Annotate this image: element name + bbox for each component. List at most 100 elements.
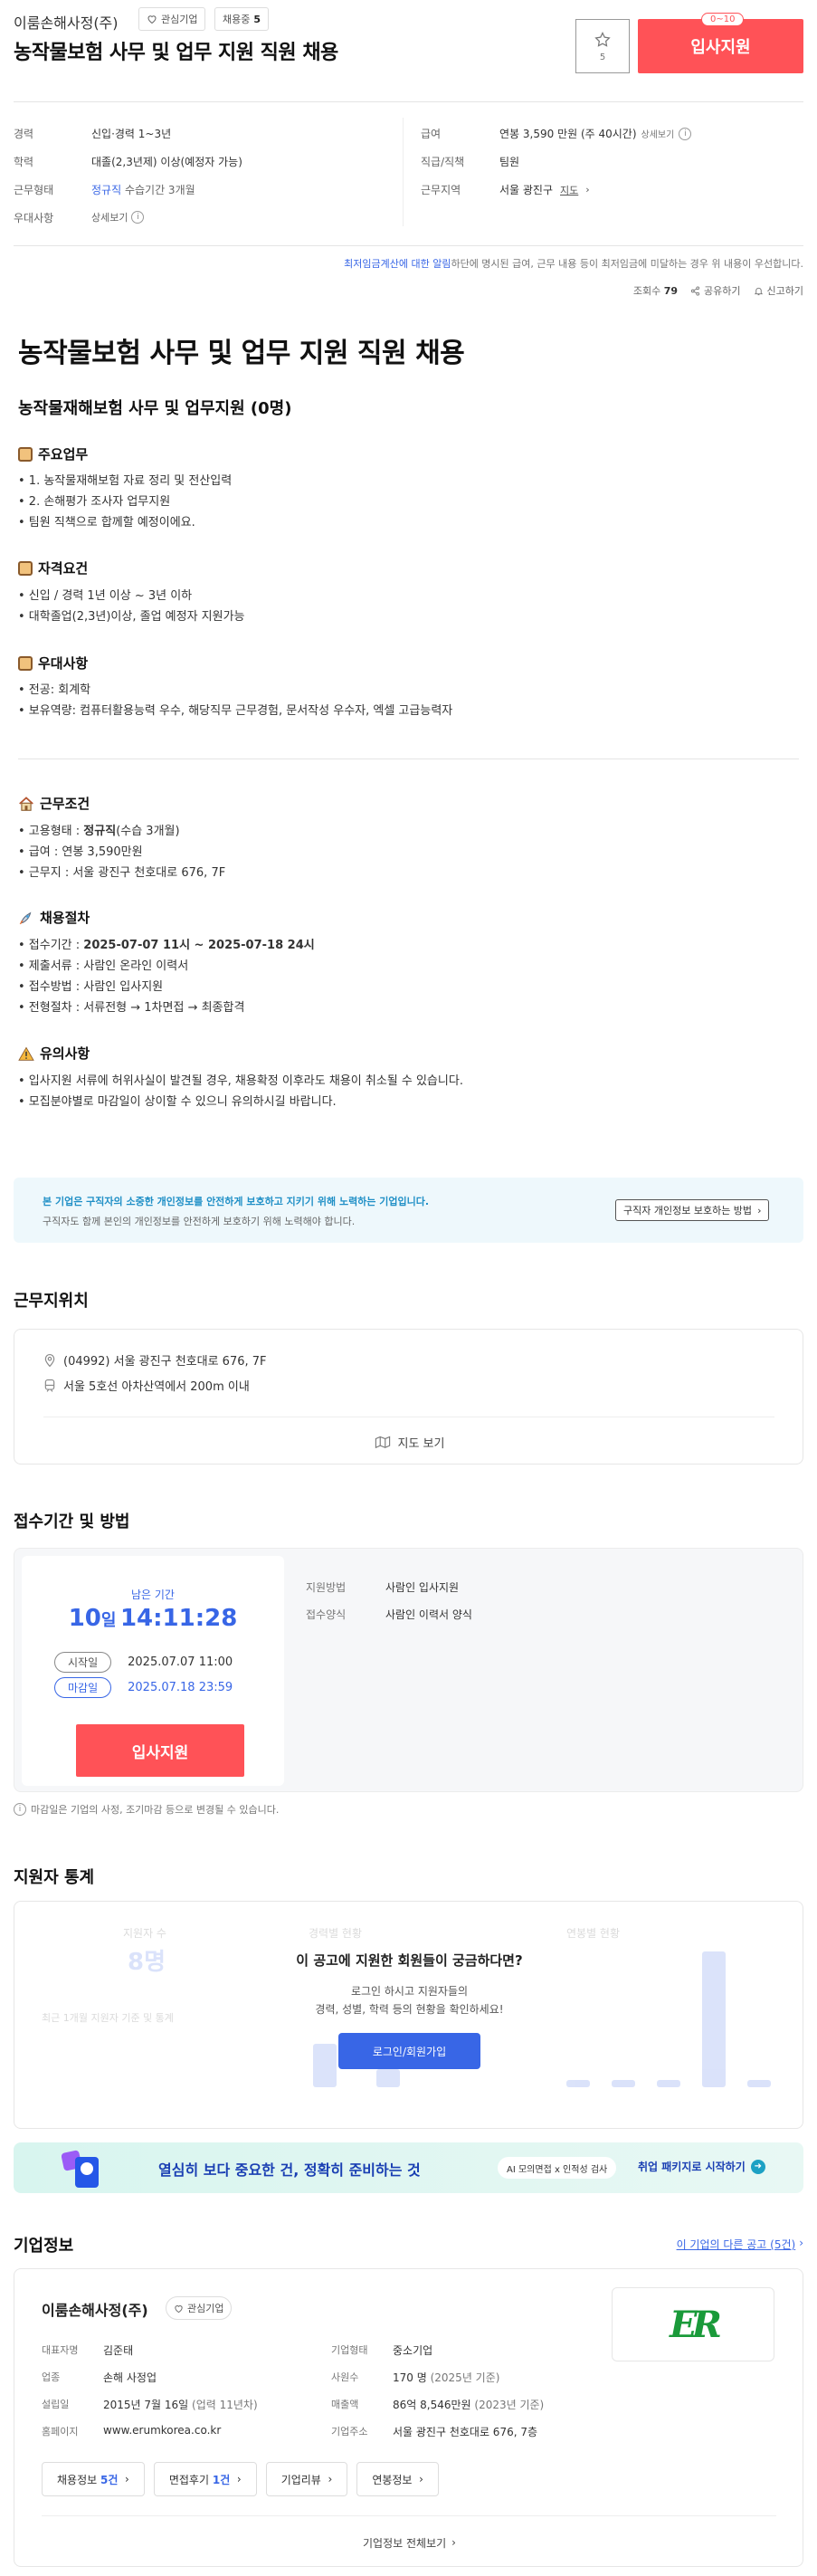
scrap-count: 5 <box>599 52 606 62</box>
summary-type-sub: 수습기간 3개월 <box>124 184 195 196</box>
login-signup-button[interactable]: 로그인/회원가입 <box>338 2033 480 2069</box>
arrow-right-icon: ➜ <box>750 2159 765 2174</box>
scrap-button[interactable]: 5 <box>575 19 630 73</box>
summary-salary: 연봉 3,590 만원 (주 40시간) 상세보기 i <box>499 126 692 141</box>
remain-time: 10일 14:11:28 <box>22 1605 284 1632</box>
footnote-text: 마감일은 기업의 사정, 조기마감 등으로 변경될 수 있습니다. <box>31 1804 280 1816</box>
conditions-list: • 고용형태 : 정규직(수습 3개월) • 급여 : 연봉 3,590만원 •… <box>18 821 225 883</box>
company-type-value: 중소기업 <box>393 2344 433 2357</box>
list-item: • 접수기간 : 2025-07-07 11시 ~ 2025-07-18 24시 <box>18 935 315 956</box>
summary-pref-detail[interactable]: 상세보기 i <box>91 210 145 224</box>
report-button[interactable]: 신고하기 <box>754 283 803 298</box>
detail-subtitle: 농작물재해보험 사무 및 업무지원 (0명) <box>18 399 292 418</box>
list-item: • 접수방법 : 사람인 입사지원 <box>18 980 164 994</box>
chevron-right-icon: › <box>328 2473 333 2485</box>
subway-icon <box>44 1379 55 1392</box>
clipboard-icon <box>18 446 33 462</box>
stats-preview-bar <box>747 2079 771 2087</box>
salary-detail-link[interactable]: 상세보기 <box>641 127 675 140</box>
minimum-wage-notice: 최저임금계산에 대한 알림하단에 명시된 급여, 근무 내용 등이 최저임금에 … <box>344 256 803 271</box>
company-ceo-label: 대표자명 <box>42 2344 79 2356</box>
other-jobs-link[interactable]: 이 기업의 다른 공고 (5건) › <box>677 2237 803 2252</box>
interview-review-label: 면접후기 <box>168 2473 210 2486</box>
company-founded-value: 2015년 7월 16일 (업력 11년차) <box>103 2397 258 2412</box>
interest-button[interactable]: 관심기업 <box>138 7 206 31</box>
revenue-sub: (2023년 기준) <box>474 2399 545 2411</box>
summary-salary-label: 급여 <box>421 128 442 140</box>
company-ceo-value: 김준태 <box>103 2344 134 2357</box>
summary-type-value[interactable]: 정규직 수습기간 3개월 <box>91 182 195 197</box>
rocket-icon <box>19 911 32 924</box>
detail-title: 농작물보험 사무 및 업무 지원 직원 채용 <box>18 338 465 369</box>
remain-label: 남은 기간 <box>131 1589 175 1601</box>
banner-headline: 열심히 보다 중요한 건, 정확히 준비하는 것 <box>158 2158 421 2180</box>
stats-preview-bar <box>566 2079 590 2087</box>
start-label: 시작일 <box>54 1652 112 1673</box>
interview-review-button[interactable]: 면접후기 1건 › <box>153 2462 257 2496</box>
proc-period-bold: 2025-07-07 11시 ~ 2025-07-18 24시 <box>83 939 315 952</box>
company-interest-button[interactable]: 관심기업 <box>166 2296 233 2320</box>
notes-heading: 유의사항 <box>18 1044 90 1063</box>
founded-date: 2015년 7월 16일 <box>103 2399 189 2411</box>
banner-text-a: 열심히 보다 중요한 건, <box>158 2161 304 2179</box>
preferences-title: 우대사항 <box>38 655 89 672</box>
company-name[interactable]: 이룸손해사정(주) <box>14 11 119 33</box>
hiring-count-chip[interactable]: 채용중 5 <box>214 7 270 31</box>
banner-cta[interactable]: 취업 패키지로 시작하기 ➜ <box>638 2159 765 2174</box>
company-homepage-link[interactable]: www.erumkorea.co.kr <box>103 2424 221 2437</box>
jobs-info-label: 채용정보 <box>57 2473 98 2486</box>
company-employees-label: 사원수 <box>331 2371 359 2383</box>
share-button[interactable]: 공유하기 <box>690 283 741 298</box>
company-revenue-value: 86억 8,546만원 (2023년 기준) <box>393 2397 544 2412</box>
heart-icon <box>147 15 157 24</box>
summary-career-value[interactable]: 신입·경력 1~3년 <box>91 126 171 141</box>
company-homepage-label: 홈페이지 <box>42 2426 79 2438</box>
clipboard-icon <box>18 655 33 671</box>
company-review-button[interactable]: 기업리뷰 › <box>265 2462 348 2496</box>
chevron-right-icon: › <box>419 2473 423 2485</box>
summary-edu-value[interactable]: 대졸(2,3년제) 이상(예정자 가능) <box>91 154 242 169</box>
hiring-label: 채용중 <box>223 14 251 25</box>
info-icon[interactable]: i <box>679 127 692 140</box>
start-row: 시작일 2025.07.07 11:00 <box>54 1652 233 1673</box>
salary-info-button[interactable]: 연봉정보 › <box>356 2462 439 2496</box>
list-item: • 고용형태 : 정규직(수습 3개월) <box>18 821 225 842</box>
list-item: • 대학졸업(2,3년)이상, 졸업 예정자 지원가능 <box>18 610 245 624</box>
period-footnote: i 마감일은 기업의 사정, 조기마감 등으로 변경될 수 있습니다. <box>14 1802 279 1817</box>
preferences-heading: 우대사항 <box>18 654 88 673</box>
method-value: 사람인 입사지원 <box>385 1581 460 1594</box>
company-card-name[interactable]: 이룸손해사정(주) <box>42 2298 148 2320</box>
requirements-list: • 신입 / 경력 1년 이상 ~ 3년 이하 • 대학졸업(2,3년)이상, … <box>18 586 245 627</box>
privacy-guide-button[interactable]: 구직자 개인정보 보호하는 방법 › <box>615 1199 770 1221</box>
conditions-heading: 근무조건 <box>18 794 90 813</box>
promo-banner[interactable]: 열심히 보다 중요한 건, 정확히 준비하는 것 AI 모의면접 x 인적성 검… <box>14 2142 803 2193</box>
notes-list: • 입사지원 서류에 허위사실이 발견될 경우, 채용확정 이후라도 채용이 취… <box>18 1071 463 1112</box>
list-item: • 보유역량: 컴퓨터활용능력 우수, 해당직무 근무경험, 문서작성 우수자,… <box>18 704 453 718</box>
summary-type-main[interactable]: 정규직 <box>91 184 121 196</box>
share-label: 공유하기 <box>704 285 741 297</box>
subway-text: 서울 5호선 아차산역에서 200m 이내 <box>63 1380 250 1394</box>
info-icon: i <box>131 211 145 224</box>
interest-label: 관심기업 <box>161 14 198 25</box>
cond-emp-suffix: (수습 3개월) <box>116 825 180 838</box>
requirements-title: 자격요건 <box>38 560 89 577</box>
jobs-info-button[interactable]: 채용정보 5건 › <box>42 2462 145 2496</box>
countdown-card: 남은 기간 10일 14:11:28 시작일 2025.07.07 11:00 … <box>22 1556 284 1786</box>
map-view-button[interactable]: 지도 보기 <box>14 1426 804 1458</box>
company-more-button[interactable]: 기업정보 전체보기 › <box>14 2524 804 2561</box>
map-icon <box>375 1436 390 1449</box>
location-title: 근무지위치 <box>14 1292 89 1311</box>
company-logo: ER <box>612 2287 774 2361</box>
requirements-heading: 자격요건 <box>18 558 88 577</box>
pref-detail-label: 상세보기 <box>91 212 128 224</box>
revenue-amount: 86억 8,546만원 <box>393 2399 471 2411</box>
bg-career-label: 경력별 현황 <box>309 1927 363 1940</box>
apply-button-period[interactable]: 입사지원 <box>76 1724 244 1777</box>
summary-type-label: 근무형태 <box>14 184 54 196</box>
map-link[interactable]: 지도 <box>560 183 578 197</box>
apply-button-top[interactable]: 입사지원 <box>638 19 803 73</box>
summary-area-value: 서울 광진구 <box>499 184 554 196</box>
company-industry-value: 손해 사정업 <box>103 2371 157 2384</box>
minimum-wage-link[interactable]: 최저임금계산에 대한 알림 <box>344 258 451 270</box>
stats-overlay-title: 이 공고에 지원한 회원들이 궁금하다면? <box>296 1952 523 1969</box>
